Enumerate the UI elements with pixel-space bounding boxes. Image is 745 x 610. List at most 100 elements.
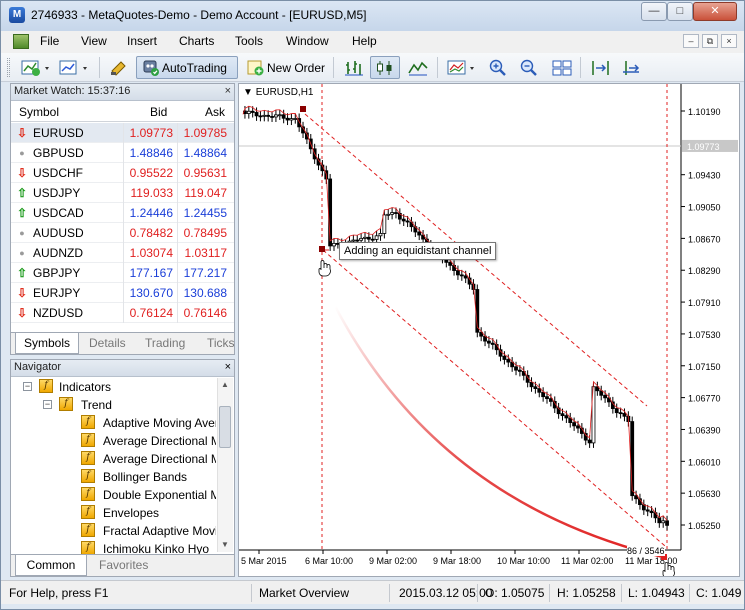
market-watch-title[interactable]: Market Watch: 15:37:16 — [11, 84, 234, 101]
collapse-icon[interactable]: − — [23, 382, 32, 391]
collapse-icon[interactable]: − — [43, 400, 52, 409]
market-watch-row[interactable]: ● GBPUSD 1.48846 1.48864 — [11, 143, 234, 163]
column-divider — [123, 143, 124, 163]
bid-price: 1.48846 — [129, 146, 173, 160]
bar-chart-button[interactable] — [339, 56, 369, 79]
indicator-item[interactable]: f Adaptive Moving Average — [11, 414, 216, 432]
market-watch-row[interactable]: ⇩ EURUSD 1.09773 1.09785 — [11, 123, 234, 143]
bid-price: 130.670 — [129, 286, 173, 300]
market-watch-row[interactable]: ⇧ USDCAD 1.24446 1.24455 — [11, 203, 234, 223]
zoom-out-button[interactable] — [514, 56, 544, 79]
menu-file[interactable]: File — [40, 34, 59, 48]
tab-symbols[interactable]: Symbols — [15, 333, 79, 354]
market-watch-row[interactable]: ⇧ GBPJPY 177.167 177.217 — [11, 263, 234, 283]
zoom-in-button[interactable] — [483, 56, 513, 79]
mdi-close-button[interactable]: × — [721, 34, 737, 48]
close-button[interactable]: ✕ — [693, 2, 737, 21]
tab-details[interactable]: Details — [81, 333, 134, 354]
column-ask[interactable]: Ask — [205, 105, 225, 119]
candle-body — [564, 415, 569, 419]
candlestick-button[interactable] — [370, 56, 400, 79]
indicator-label: Bollinger Bands — [103, 470, 188, 484]
ask-price: 1.24455 — [183, 206, 227, 220]
navigator-title[interactable]: Navigator — [11, 360, 234, 377]
chart-window[interactable]: 1.10190 1.09773 1.09430 1.09050 1.08670 1.082… — [238, 83, 740, 579]
market-watch-row[interactable]: ⇩ EURJPY 130.670 130.688 — [11, 283, 234, 303]
indicator-item[interactable]: f Average Directional Movement Index Wild… — [11, 450, 216, 468]
time-tick-label: 10 Mar 10:00 — [497, 556, 550, 566]
market-watch-row[interactable]: ⇧ USDJPY 119.033 119.047 — [11, 183, 234, 203]
candle-body — [614, 408, 619, 414]
mdi-minimize-button[interactable]: – — [683, 34, 699, 48]
price-tick-label: 1.10190 — [688, 107, 721, 117]
market-watch-row[interactable]: ● AUDNZD 1.03074 1.03117 — [11, 243, 234, 263]
status-profile[interactable]: Market Overview — [259, 586, 349, 600]
tab-ticks[interactable]: Ticks — [199, 333, 243, 354]
metatrader-icon: M — [9, 7, 25, 23]
menu-window[interactable]: Window — [286, 34, 329, 48]
toolbar-separator — [437, 57, 438, 78]
navigator-scroll-thumb[interactable] — [219, 406, 231, 448]
price-chart[interactable]: 1.10190 1.09773 1.09430 1.09050 1.08670 1.082… — [239, 84, 739, 579]
scroll-down-icon[interactable]: ▼ — [221, 540, 229, 549]
metaeditor-button[interactable] — [105, 56, 133, 79]
minimize-button[interactable]: — — [641, 2, 667, 21]
maximize-button[interactable]: □ — [667, 2, 693, 21]
autotrading-button[interactable]: AutoTrading — [136, 56, 238, 79]
toolbar-grip[interactable] — [7, 58, 10, 77]
market-watch-row[interactable]: ● AUDUSD 0.78482 0.78495 — [11, 223, 234, 243]
tab-favorites[interactable]: Favorites — [91, 555, 156, 576]
indicator-item[interactable]: f Fractal Adaptive Moving Average — [11, 522, 216, 540]
title-bar[interactable]: M 2746933 - MetaQuotes-Demo - Demo Accou… — [1, 1, 744, 31]
market-watch-row[interactable]: ⇩ USDCHF 0.95522 0.95631 — [11, 163, 234, 183]
market-watch-close-button[interactable]: × — [225, 85, 231, 97]
tab-trading[interactable]: Trading — [137, 333, 193, 354]
indicator-item[interactable]: f Envelopes — [11, 504, 216, 522]
indicator-item[interactable]: f Double Exponential Moving Average — [11, 486, 216, 504]
new-chart-button[interactable] — [17, 56, 55, 79]
ask-price: 0.76146 — [183, 306, 227, 320]
chart-window-icon[interactable] — [13, 34, 29, 49]
candle-body — [374, 235, 379, 240]
menu-help[interactable]: Help — [352, 34, 377, 48]
scroll-up-icon[interactable]: ▲ — [221, 380, 229, 389]
market-watch-row[interactable]: ⇩ NZDUSD 0.76124 0.76146 — [11, 303, 234, 323]
tab-common[interactable]: Common — [15, 555, 87, 576]
menu-insert[interactable]: Insert — [127, 34, 157, 48]
indicator-item[interactable]: f Average Directional Movement Index — [11, 432, 216, 450]
indicator-item[interactable]: f Ichimoku Kinko Hyo — [11, 540, 216, 554]
menu-charts[interactable]: Charts — [179, 34, 214, 48]
chart-menu-icon[interactable]: ▼ — [243, 87, 253, 98]
candle-body — [514, 366, 518, 371]
indicators-button[interactable] — [443, 56, 481, 79]
profiles-button[interactable] — [55, 56, 93, 79]
autotrading-label: AutoTrading — [162, 60, 227, 75]
navigator-close-button[interactable]: × — [225, 361, 231, 373]
price-tick-label: 1.09430 — [688, 171, 721, 181]
candle-body — [649, 510, 654, 514]
column-symbol[interactable]: Symbol — [19, 105, 59, 119]
menu-tools[interactable]: Tools — [235, 34, 263, 48]
candle-body — [665, 520, 669, 526]
status-help: For Help, press F1 — [9, 586, 109, 600]
time-tick-label: 11 Mar 02:00 — [561, 556, 613, 566]
column-bid[interactable]: Bid — [150, 105, 167, 119]
indicator-item[interactable]: f Bollinger Bands — [11, 468, 216, 486]
tree-node-trend[interactable]: − f Trend — [11, 396, 216, 414]
chart-shift-button[interactable] — [586, 56, 616, 79]
candle-body — [366, 236, 371, 240]
ask-price: 1.09785 — [183, 126, 227, 140]
candle-body — [262, 114, 267, 117]
navigator-scrollbar[interactable]: ▲ ▼ — [217, 378, 233, 552]
new-order-button[interactable]: New Order — [241, 56, 329, 79]
tree-node-indicators[interactable]: − f Indicators — [11, 378, 216, 396]
mdi-restore-button[interactable]: ⧉ — [702, 34, 718, 48]
price-tick-label: 1.06770 — [688, 394, 721, 404]
menu-view[interactable]: View — [81, 34, 107, 48]
auto-scroll-button[interactable] — [617, 56, 647, 79]
bid-price: 119.033 — [130, 186, 174, 200]
candle-body — [254, 112, 259, 117]
line-chart-button[interactable] — [403, 56, 433, 79]
navigator-tree: − f Indicators − f Trend f Adaptive Movin… — [11, 378, 216, 554]
tile-windows-button[interactable] — [547, 56, 577, 79]
